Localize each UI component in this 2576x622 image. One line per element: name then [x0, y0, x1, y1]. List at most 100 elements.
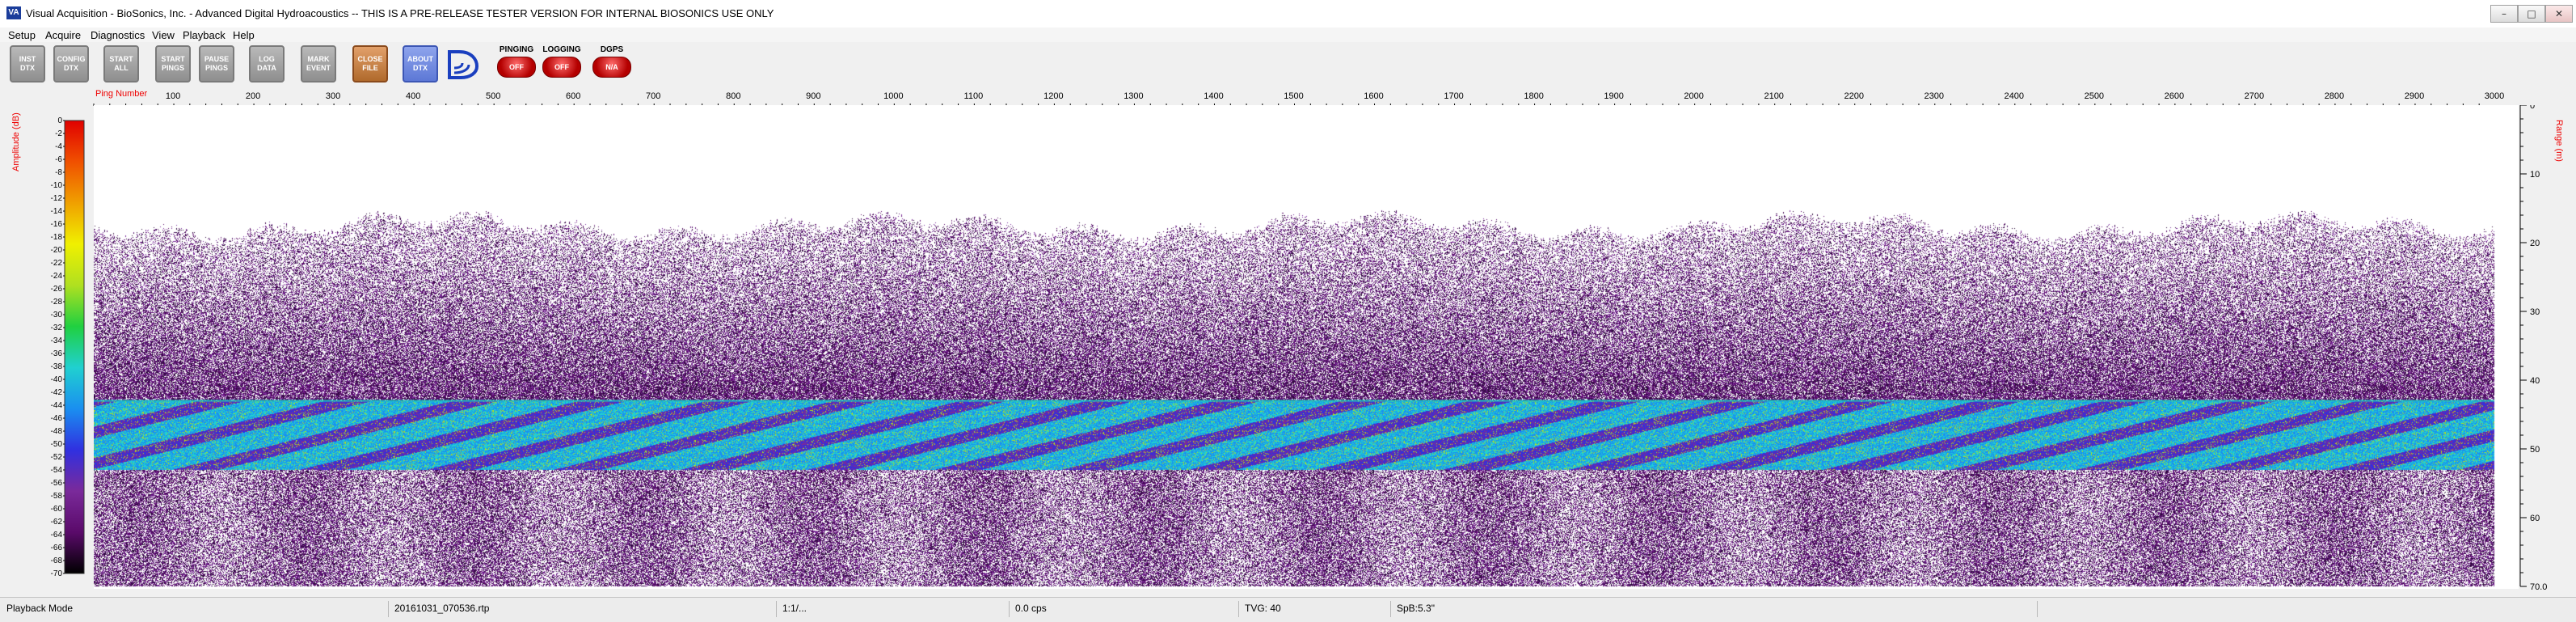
pinging-status-light: OFF	[497, 57, 536, 78]
about-dtx-button[interactable]: ABOUT DTX	[403, 45, 438, 83]
ping-tick-label: 2300	[1925, 91, 1944, 101]
logging-label: LOGGING	[542, 45, 581, 54]
colorbar-tick-label: -40	[51, 375, 63, 384]
ping-tick-label: 2000	[1684, 91, 1703, 101]
range-tick-label: 70.0	[2530, 582, 2547, 590]
colorbar-tick-label: -2	[55, 129, 62, 138]
colorbar-tick-label: -58	[51, 492, 63, 501]
ping-tick-label: 400	[406, 91, 420, 101]
menu-view[interactable]: View	[152, 29, 175, 41]
status-separator	[1238, 601, 1239, 617]
status-separator	[1390, 601, 1391, 617]
menu-setup[interactable]: Setup	[8, 29, 36, 41]
ping-tick-label: 1600	[1364, 91, 1383, 101]
colorbar-tick-label: -50	[51, 440, 63, 449]
ping-tick-label: 600	[566, 91, 580, 101]
range-tick-label: 60	[2530, 514, 2540, 523]
pause-pings-label: PAUSE PINGS	[204, 55, 230, 72]
about-dtx-label: ABOUT DTX	[407, 55, 433, 72]
maximize-button[interactable]: □	[2518, 5, 2545, 23]
minimize-button[interactable]: –	[2490, 5, 2518, 23]
dgps-label: DGPS	[600, 45, 624, 54]
pause-pings-button[interactable]: PAUSE PINGS	[199, 45, 234, 83]
colorbar-tick-label: -70	[51, 569, 63, 578]
ping-tick-label: 800	[726, 91, 740, 101]
start-pings-button[interactable]: START PINGS	[155, 45, 191, 83]
colorbar-tick-label: -38	[51, 362, 63, 371]
status-bar: Playback Mode 20161031_070536.rtp 1:1/..…	[0, 597, 2576, 622]
ping-tick-label: 2100	[1764, 91, 1783, 101]
ping-tick-label: 1900	[1604, 91, 1623, 101]
colorbar-tick-label: -52	[51, 453, 63, 462]
colorbar-tick-label: -28	[51, 298, 63, 307]
window-title: Visual Acquisition - BioSonics, Inc. - A…	[26, 7, 774, 19]
colorbar-tick-label: -18	[51, 233, 63, 242]
colorbar-tick-label: -48	[51, 427, 63, 436]
colorbar-tick-label: -66	[51, 544, 63, 552]
log-data-button[interactable]: LOG DATA	[249, 45, 285, 83]
config-dtx-button[interactable]: CONFIG DTX	[53, 45, 89, 83]
ping-tick-label: 2600	[2165, 91, 2184, 101]
echogram-heatmap[interactable]	[94, 105, 2519, 589]
menu-acquire[interactable]: Acquire	[45, 29, 81, 41]
status-separator	[2037, 601, 2038, 617]
menu-diagnostics[interactable]: Diagnostics	[91, 29, 145, 41]
colorbar-tick-label: -6	[55, 155, 62, 164]
ping-tick-label: 2400	[2005, 91, 2024, 101]
biosonics-logo-icon[interactable]	[445, 45, 482, 83]
ping-tick-label: 1300	[1124, 91, 1143, 101]
ping-tick-label: 1100	[964, 91, 984, 101]
ping-tick-label: 1000	[883, 91, 903, 101]
range-tick-label: 20	[2530, 239, 2540, 248]
inst-dtx-button[interactable]: INST DTX	[10, 45, 45, 83]
logging-indicator: LOGGING OFF	[540, 45, 584, 84]
colorbar-tick-label: -64	[51, 531, 63, 539]
range-tick-label: 10	[2530, 170, 2540, 180]
spb-status: SpB:5.3"	[1397, 603, 1435, 614]
ratio-status: 1:1/...	[782, 603, 807, 614]
tvg-status: TVG: 40	[1245, 603, 1281, 614]
range-tick-label: 30	[2530, 307, 2540, 317]
start-all-button[interactable]: START ALL	[103, 45, 139, 83]
file-status: 20161031_070536.rtp	[394, 603, 490, 614]
status-separator	[1009, 601, 1010, 617]
ping-tick-label: 2700	[2245, 91, 2264, 101]
colorbar-tick-label: -54	[51, 466, 63, 475]
colorbar-tick-label: -4	[55, 142, 62, 151]
logging-status-light: OFF	[542, 57, 581, 78]
colorbar-tick-label: -22	[51, 259, 63, 268]
start-all-label: START ALL	[109, 55, 133, 72]
ping-tick-label: 1400	[1204, 91, 1223, 101]
ping-tick-label: 1800	[1524, 91, 1543, 101]
ping-tick-label: 1200	[1043, 91, 1063, 101]
ping-tick-label: 100	[166, 91, 180, 101]
ping-tick-label: 900	[806, 91, 820, 101]
ping-tick-label: 500	[486, 91, 500, 101]
close-file-button[interactable]: CLOSE FILE	[352, 45, 388, 83]
config-dtx-label: CONFIG DTX	[57, 55, 86, 72]
menu-playback[interactable]: Playback	[183, 29, 226, 41]
ping-tick-label: 2800	[2325, 91, 2344, 101]
start-pings-label: START PINGS	[161, 55, 185, 72]
close-button[interactable]: ✕	[2545, 5, 2573, 23]
colorbar-tick-label: -26	[51, 285, 63, 294]
app-icon: VA	[6, 6, 21, 19]
menu-help[interactable]: Help	[233, 29, 255, 41]
colorbar-tick-label: -36	[51, 349, 63, 358]
colorbar-tick-label: -32	[51, 324, 63, 332]
colorbar-gradient	[64, 120, 85, 574]
colorbar-tick-label: -44	[51, 401, 63, 410]
colorbar-tick-label: -62	[51, 518, 63, 527]
mark-event-label: MARK EVENT	[306, 55, 331, 72]
mark-event-button[interactable]: MARK EVENT	[301, 45, 336, 83]
dgps-indicator: DGPS N/A	[590, 45, 634, 84]
ping-tick-label: 2900	[2405, 91, 2424, 101]
colorbar-tick-label: -46	[51, 414, 63, 423]
ping-tick-label: 2500	[2085, 91, 2104, 101]
colorbar-tick-label: -42	[51, 388, 63, 397]
range-tick-label: 50	[2530, 445, 2540, 455]
ping-tick-label: 700	[646, 91, 660, 101]
ping-axis-title: Ping Number	[95, 89, 148, 99]
colorbar-tick-label: -10	[51, 181, 63, 190]
toolbar: INST DTX CONFIG DTX START ALL START PING…	[0, 42, 2576, 88]
